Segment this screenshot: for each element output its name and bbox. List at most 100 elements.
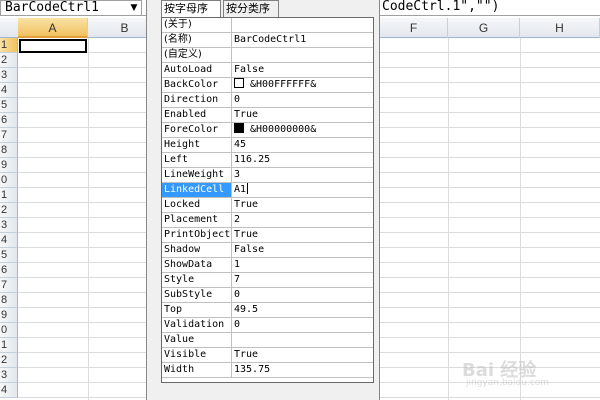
property-value[interactable]: False xyxy=(234,243,373,257)
property-row[interactable]: Validation 0 xyxy=(162,318,373,333)
chevron-down-icon[interactable]: ▼ xyxy=(126,0,142,16)
property-name[interactable]: Direction xyxy=(162,93,232,107)
property-row[interactable]: ForeColor &H00000000& xyxy=(162,123,373,138)
property-value[interactable]: &H00FFFFFF& xyxy=(234,78,373,92)
property-row[interactable]: Visible True xyxy=(162,348,373,363)
property-value[interactable]: BarCodeCtrl1 xyxy=(234,33,373,47)
property-value[interactable]: 116.25 xyxy=(234,153,373,167)
row-header[interactable]: 9 xyxy=(0,158,18,173)
column-header-a[interactable]: A xyxy=(18,18,88,38)
row-header[interactable]: 2 xyxy=(0,203,18,218)
property-value[interactable]: 0 xyxy=(234,288,373,302)
property-name[interactable]: Placement xyxy=(162,213,232,227)
property-row[interactable]: Height 45 xyxy=(162,138,373,153)
property-name[interactable]: PrintObject xyxy=(162,228,232,242)
active-cell-a1[interactable] xyxy=(19,39,87,53)
property-row[interactable]: Locked True xyxy=(162,198,373,213)
row-header[interactable]: 9 xyxy=(0,308,18,323)
property-value[interactable]: A1 xyxy=(234,183,373,197)
column-header-f[interactable]: F xyxy=(380,18,448,38)
property-value[interactable]: 0 xyxy=(234,93,373,107)
property-row[interactable]: Style 7 xyxy=(162,273,373,288)
property-name[interactable]: Value xyxy=(162,333,232,347)
property-value[interactable] xyxy=(234,333,373,347)
property-name[interactable]: Height xyxy=(162,138,232,152)
row-header[interactable]: 8 xyxy=(0,143,18,158)
property-row[interactable]: Left 116.25 xyxy=(162,153,373,168)
property-name[interactable]: (名称) xyxy=(162,33,232,47)
property-row[interactable]: ShowData 1 xyxy=(162,258,373,273)
property-value[interactable] xyxy=(234,18,373,32)
row-header[interactable]: 2 xyxy=(0,353,18,368)
property-row[interactable]: Direction 0 xyxy=(162,93,373,108)
property-name[interactable]: LinkedCell xyxy=(162,183,232,197)
row-header[interactable]: 5 xyxy=(0,98,18,113)
property-name[interactable]: Locked xyxy=(162,198,232,212)
tab-alphabetic[interactable]: 按字母序 xyxy=(161,0,221,17)
property-name[interactable]: Shadow xyxy=(162,243,232,257)
row-header[interactable]: 3 xyxy=(0,368,18,383)
row-header[interactable]: 1 xyxy=(0,338,18,353)
property-value[interactable]: 3 xyxy=(234,168,373,182)
property-name[interactable]: Validation xyxy=(162,318,232,332)
property-name[interactable]: Enabled xyxy=(162,108,232,122)
property-name[interactable]: ShowData xyxy=(162,258,232,272)
row-header[interactable]: 2 xyxy=(0,53,18,68)
property-value[interactable]: 7 xyxy=(234,273,373,287)
row-header[interactable]: 5 xyxy=(0,248,18,263)
row-header[interactable]: 6 xyxy=(0,263,18,278)
property-value[interactable]: 45 xyxy=(234,138,373,152)
property-row[interactable]: AutoLoad False xyxy=(162,63,373,78)
property-row[interactable]: LineWeight 3 xyxy=(162,168,373,183)
property-name[interactable]: AutoLoad xyxy=(162,63,232,77)
property-value[interactable]: 0 xyxy=(234,318,373,332)
property-value[interactable]: 2 xyxy=(234,213,373,227)
row-header[interactable]: 1 xyxy=(0,38,18,53)
row-header[interactable]: 8 xyxy=(0,293,18,308)
property-value[interactable]: True xyxy=(234,108,373,122)
property-value[interactable]: True xyxy=(234,228,373,242)
property-value[interactable]: 1 xyxy=(234,258,373,272)
row-header[interactable]: 6 xyxy=(0,113,18,128)
property-row[interactable]: SubStyle 0 xyxy=(162,288,373,303)
row-header[interactable]: 3 xyxy=(0,68,18,83)
property-row[interactable]: (自定义) xyxy=(162,48,373,63)
property-name[interactable]: Width xyxy=(162,363,232,377)
property-row[interactable]: Value xyxy=(162,333,373,348)
property-row[interactable]: Placement 2 xyxy=(162,213,373,228)
property-row[interactable]: PrintObject True xyxy=(162,228,373,243)
tab-categorized[interactable]: 按分类序 xyxy=(223,0,279,17)
property-name[interactable]: LineWeight xyxy=(162,168,232,182)
row-header[interactable]: 1 xyxy=(0,188,18,203)
row-header[interactable]: 0 xyxy=(0,323,18,338)
row-header[interactable]: 7 xyxy=(0,128,18,143)
property-name[interactable]: (关于) xyxy=(162,18,232,32)
property-name[interactable]: (自定义) xyxy=(162,48,232,62)
property-name[interactable]: Visible xyxy=(162,348,232,362)
row-header[interactable]: 4 xyxy=(0,83,18,98)
property-value[interactable]: 49.5 xyxy=(234,303,373,317)
property-value[interactable]: True xyxy=(234,348,373,362)
property-row[interactable]: Enabled True xyxy=(162,108,373,123)
property-name[interactable]: Top xyxy=(162,303,232,317)
property-value[interactable]: False xyxy=(234,63,373,77)
name-box[interactable]: BarCodeCtrl1 xyxy=(0,0,142,16)
property-name[interactable]: BackColor xyxy=(162,78,232,92)
property-row[interactable]: Shadow False xyxy=(162,243,373,258)
row-header[interactable]: 4 xyxy=(0,383,18,398)
property-row[interactable]: BackColor &H00FFFFFF& xyxy=(162,78,373,93)
property-name[interactable]: SubStyle xyxy=(162,288,232,302)
property-row[interactable]: LinkedCell A1 xyxy=(162,183,373,198)
property-name[interactable]: Left xyxy=(162,153,232,167)
column-header-h[interactable]: H xyxy=(520,18,600,38)
row-header[interactable]: 0 xyxy=(0,173,18,188)
property-value[interactable] xyxy=(234,48,373,62)
property-row[interactable]: Width 135.75 xyxy=(162,363,373,378)
row-header[interactable]: 3 xyxy=(0,218,18,233)
property-value[interactable]: 135.75 xyxy=(234,363,373,377)
property-name[interactable]: Style xyxy=(162,273,232,287)
property-row[interactable]: Top 49.5 xyxy=(162,303,373,318)
property-value[interactable]: True xyxy=(234,198,373,212)
property-value[interactable]: &H00000000& xyxy=(234,123,373,137)
column-header-g[interactable]: G xyxy=(448,18,520,38)
